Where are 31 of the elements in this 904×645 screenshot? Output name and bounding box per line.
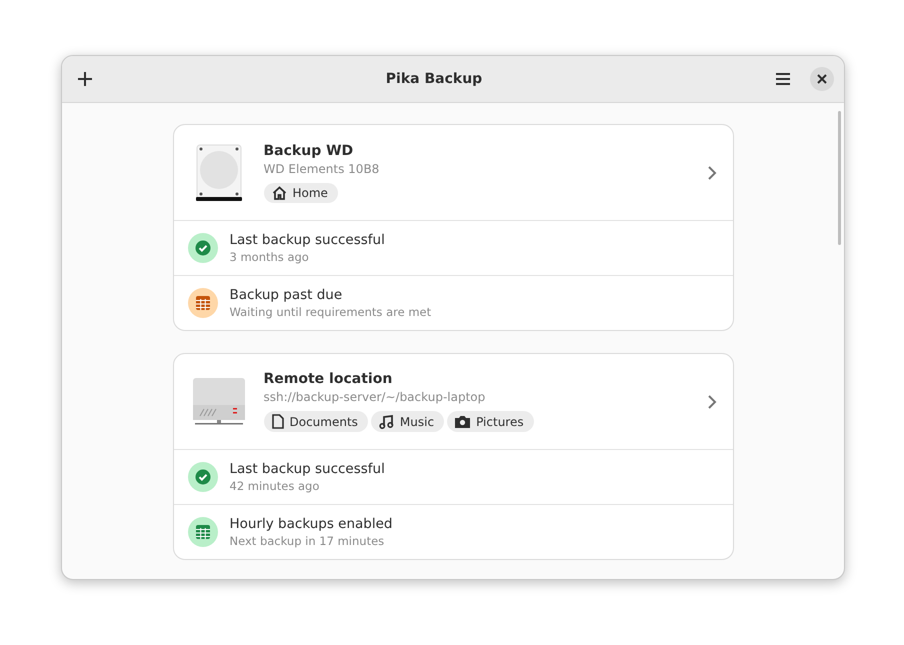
status-title: Backup past due [230, 287, 344, 303]
status-detail: 42 minutes ago [230, 479, 320, 493]
status-title: Last backup successful [230, 232, 385, 248]
window-title: Pika Backup [384, 71, 484, 87]
chevron-right-icon [706, 164, 716, 180]
menu-icon [775, 72, 791, 86]
include-chip: Pictures [447, 411, 534, 432]
backup-row[interactable]: Backup WD WD Elements 10B8 Home [174, 125, 732, 221]
status-title: Last backup successful [230, 461, 385, 477]
include-chip: Documents [264, 411, 368, 432]
status-title: Hourly backups enabled [230, 516, 392, 532]
plus-icon [77, 71, 93, 87]
status-detail: Waiting until requirements are met [230, 305, 432, 319]
backup-row[interactable]: Remote location ssh://backup-server/~/backup-laptop Documents Music Pictures [174, 354, 732, 450]
include-chip: Music [370, 411, 444, 432]
network-server-icon [192, 376, 246, 426]
document-icon [272, 414, 284, 429]
backup-title: Backup WD [264, 142, 354, 158]
status-detail: Next backup in 17 minutes [230, 534, 386, 548]
camera-icon [455, 415, 470, 428]
backup-location: WD Elements 10B8 [264, 162, 380, 176]
chevron-right-icon [706, 394, 716, 410]
scrollbar[interactable] [838, 111, 841, 245]
close-icon [817, 74, 827, 84]
house-icon [272, 186, 286, 200]
backup-location: ssh://backup-server/~/backup-laptop [264, 390, 486, 404]
backup-title: Remote location [264, 371, 394, 387]
close-button[interactable] [810, 67, 834, 91]
music-note-icon [378, 414, 394, 428]
include-chip: Home [264, 182, 338, 202]
status-detail: 3 months ago [230, 250, 310, 264]
